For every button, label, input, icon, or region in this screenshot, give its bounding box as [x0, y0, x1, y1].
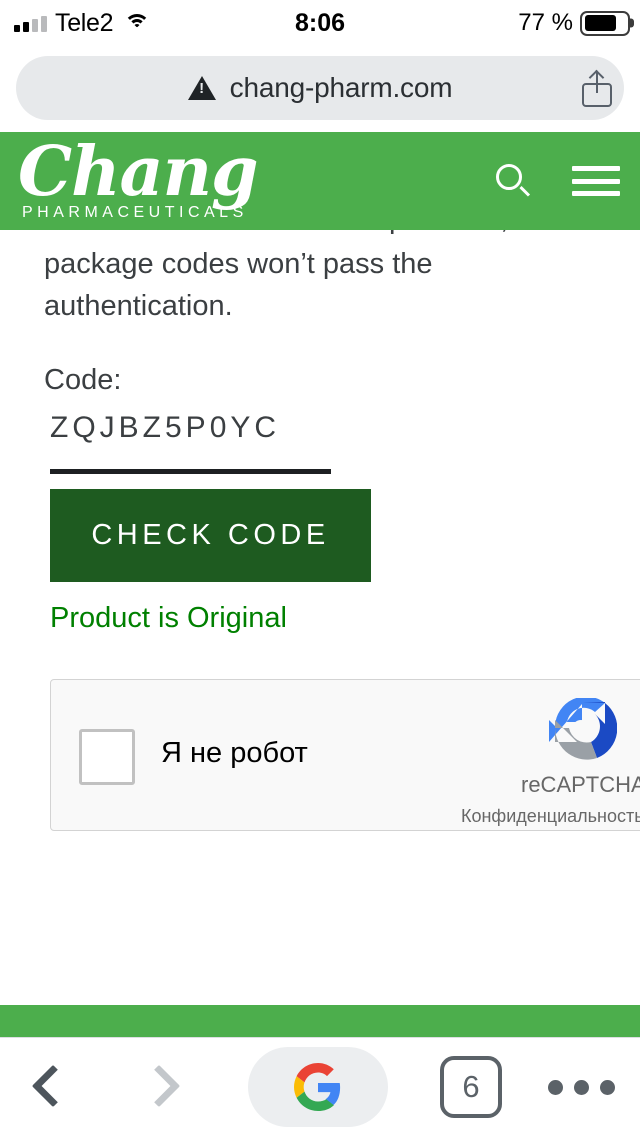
- recaptcha-brand-label: reCAPTCHA: [521, 772, 640, 797]
- checkbox-unchecked-icon[interactable]: [79, 729, 135, 785]
- logo-tagline: PHARMACEUTICALS: [22, 204, 248, 221]
- recaptcha-terms-links[interactable]: Конфиденциальность - Условия использован…: [461, 806, 640, 827]
- code-label: Code:: [44, 364, 122, 396]
- check-code-button[interactable]: CHECK CODE: [50, 489, 371, 582]
- code-input[interactable]: ZQJBZ5P0YC: [50, 411, 331, 474]
- paragraph-line-2: package codes won’t pass the: [44, 248, 433, 280]
- code-input-underline: [50, 469, 331, 474]
- browser-url-bar-area: chang-pharm.com: [0, 46, 640, 132]
- site-logo[interactable]: Chang PHARMACEUTICALS: [18, 132, 259, 222]
- recaptcha-widget[interactable]: Я не робот reCAPTCHA Конфиденциальность …: [50, 679, 640, 831]
- site-header: Chang PHARMACEUTICALS: [0, 132, 640, 230]
- logo-wordmark: Chang: [18, 132, 259, 212]
- site-header-icons: [496, 132, 620, 230]
- google-g-icon[interactable]: [248, 1047, 388, 1127]
- browser-toolbar: 6: [0, 1037, 640, 1136]
- recaptcha-label: Я не робот: [161, 737, 308, 769]
- address-bar[interactable]: chang-pharm.com: [16, 56, 624, 120]
- result-status-message: Product is Original: [50, 602, 287, 634]
- phone-screen: Tele2 8:06 77 % chang-pharm.com recommen…: [0, 0, 640, 1136]
- hamburger-menu-icon[interactable]: [572, 166, 620, 196]
- tab-count-button[interactable]: 6: [440, 1056, 502, 1118]
- status-bar-right: 77 %: [518, 0, 634, 46]
- status-bar: Tele2 8:06 77 %: [0, 0, 640, 46]
- search-icon[interactable]: [496, 164, 531, 198]
- recaptcha-logo-icon: [547, 696, 618, 764]
- warning-triangle-icon: [187, 76, 216, 100]
- site-footer-strip: [0, 1005, 640, 1037]
- url-text: chang-pharm.com: [229, 72, 453, 103]
- battery-icon: [580, 10, 634, 36]
- chevron-right-icon[interactable]: [137, 1059, 181, 1115]
- share-icon[interactable]: [582, 69, 612, 107]
- chevron-left-icon[interactable]: [31, 1059, 75, 1115]
- more-dots-icon[interactable]: [548, 1079, 615, 1095]
- paragraph-line-3: authentication.: [44, 290, 233, 322]
- code-input-value: ZQJBZ5P0YC: [50, 411, 281, 444]
- battery-percent-label: 77 %: [518, 9, 573, 36]
